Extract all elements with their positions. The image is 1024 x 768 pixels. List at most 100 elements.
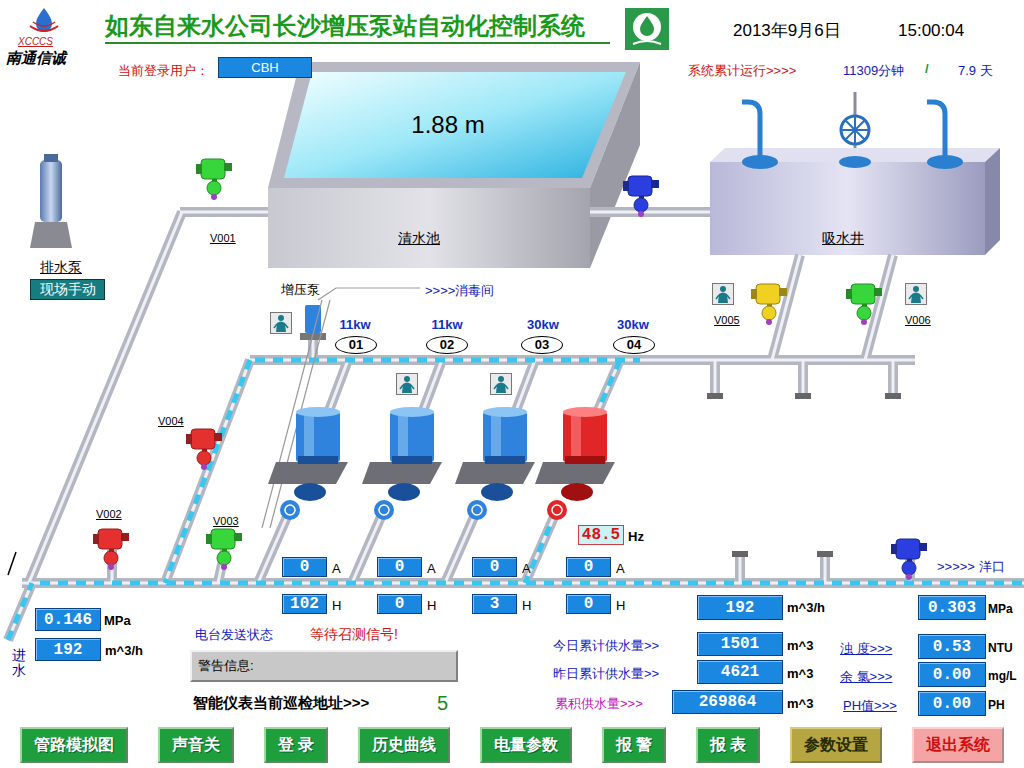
pump-number: 01 [335, 336, 377, 354]
pump-hours: 0 [566, 594, 611, 614]
quality-unit: mg/L [988, 667, 1017, 685]
quality-link[interactable]: 浊 度>>> [840, 639, 892, 659]
tank-name: 清水池 [398, 228, 440, 249]
valve-label: V004 [158, 413, 184, 430]
system-title: 如东自来水公司长沙增压泵站自动化控制系统 [105, 11, 610, 44]
nav-button[interactable]: 声音关 [158, 727, 234, 763]
maintenance-icon [490, 373, 512, 395]
clock: 15:00:04 [898, 18, 964, 44]
quality-value: 0.00 [918, 691, 986, 716]
header: XCCCS 南通信诚 如东自来水公司长沙增压泵站自动化控制系统 2013年9月6… [0, 0, 1024, 50]
pump[interactable] [455, 398, 555, 523]
outlet-pressure-unit: MPa [988, 600, 1013, 618]
pump-current: 0 [472, 557, 517, 577]
pump[interactable] [268, 398, 368, 523]
valve-label: V002 [96, 506, 122, 523]
nav-button[interactable]: 管路模拟图 [20, 727, 128, 763]
pump-power: 30kw [608, 315, 658, 335]
inlet-flow-unit: m^3/h [105, 641, 143, 661]
valve-label: V005 [714, 312, 740, 329]
valve[interactable] [185, 425, 225, 470]
current-user: CBH [218, 57, 312, 78]
pump-current: 0 [282, 557, 327, 577]
pump-number: 02 [426, 336, 468, 354]
nav-button[interactable]: 退出系统 [912, 727, 1004, 763]
booster-target: >>>>消毒间 [425, 281, 494, 301]
nav-button[interactable]: 报 警 [602, 727, 666, 763]
quality-value: 0.53 [918, 634, 986, 659]
pump[interactable] [535, 398, 635, 523]
pump[interactable] [362, 398, 462, 523]
total-value: 4621 [697, 660, 783, 684]
valve-label: V001 [210, 230, 236, 247]
pump-hours: 0 [377, 594, 422, 614]
pump-hours: 3 [472, 594, 517, 614]
total-label: 今日累计供水量>> [553, 636, 659, 656]
quality-link[interactable]: 余 氯>>> [840, 667, 892, 687]
quality-link[interactable]: PH值>>> [843, 696, 897, 716]
company-logo: XCCCS 南通信诚 [0, 0, 105, 80]
maintenance-icon [905, 283, 927, 305]
date: 2013年9月6日 [733, 18, 898, 44]
warning-box: 警告信息: [190, 650, 458, 682]
runtime-minutes: 11309分钟 [843, 61, 904, 81]
drain-pump-mode: 现场手动 [30, 279, 105, 300]
waterworks-logo-icon [625, 8, 669, 50]
pipeline-drawing [0, 50, 1024, 722]
valve[interactable] [845, 280, 885, 325]
total-value: 1501 [697, 632, 783, 656]
radio-status: 等待召测信号! [310, 624, 398, 645]
valve-label: V006 [905, 312, 931, 329]
polling-label: 智能仪表当前巡检地址>>> [193, 692, 369, 715]
inlet-pressure: 0.146 [35, 608, 101, 631]
pump-hours: 102 [282, 594, 327, 614]
nav-button[interactable]: 参数设置 [790, 727, 882, 763]
nav-button[interactable]: 电量参数 [480, 727, 572, 763]
outlet-pressure: 0.303 [918, 595, 986, 620]
pump-current: 0 [566, 557, 611, 577]
valve[interactable] [890, 535, 930, 580]
user-label: 当前登录用户： [118, 61, 209, 81]
company-name: 南通信诚 [6, 48, 105, 68]
radio-label: 电台发送状态 [195, 625, 273, 645]
current-unit: A [616, 559, 625, 579]
runtime-label: 系统累计运行>>>> [688, 61, 796, 81]
total-unit: m^3 [787, 664, 813, 684]
valve[interactable] [622, 172, 662, 217]
outlet-flow-unit: m^3/h [787, 598, 825, 618]
valve[interactable] [195, 155, 235, 200]
polling-address: 5 [437, 688, 448, 718]
inlet-pressure-unit: MPa [104, 611, 131, 631]
valve[interactable] [205, 525, 245, 570]
total-label: 累积供水量>>> [555, 694, 643, 714]
inlet-flow: 192 [35, 638, 101, 661]
hours-unit: H [522, 596, 531, 616]
runtime-days: 7.9 天 [958, 61, 993, 81]
pump-power: 11kw [422, 315, 472, 335]
nav-button[interactable]: 报 表 [696, 727, 760, 763]
runtime-separator: / [925, 59, 929, 79]
total-unit: m^3 [787, 636, 813, 656]
outlet-flow: 192 [697, 595, 783, 620]
button-bar: 管路模拟图声音关登 录历史曲线电量参数报 警报 表参数设置退出系统 [0, 722, 1024, 768]
quality-unit: NTU [988, 639, 1013, 657]
pump-number: 03 [521, 336, 563, 354]
quality-unit: PH [988, 696, 1005, 714]
valve[interactable] [750, 280, 790, 325]
valve[interactable] [92, 525, 132, 570]
inlet-label: 进水 [12, 648, 26, 679]
total-label: 昨日累计供水量>> [553, 664, 659, 684]
pump-frequency: 48.5 [578, 525, 624, 545]
pump-power: 11kw [330, 315, 380, 335]
valve-label: V003 [213, 513, 239, 530]
current-unit: A [522, 559, 531, 579]
hours-unit: H [616, 596, 625, 616]
company-logo-icon [28, 6, 60, 36]
maintenance-icon [396, 373, 418, 395]
pump-number: 04 [613, 336, 655, 354]
booster-pump-name: 增压泵 [281, 280, 320, 300]
nav-button[interactable]: 登 录 [264, 727, 328, 763]
tank-level: 1.88 m [388, 107, 508, 143]
nav-button[interactable]: 历史曲线 [358, 727, 450, 763]
pump-current: 0 [377, 557, 422, 577]
